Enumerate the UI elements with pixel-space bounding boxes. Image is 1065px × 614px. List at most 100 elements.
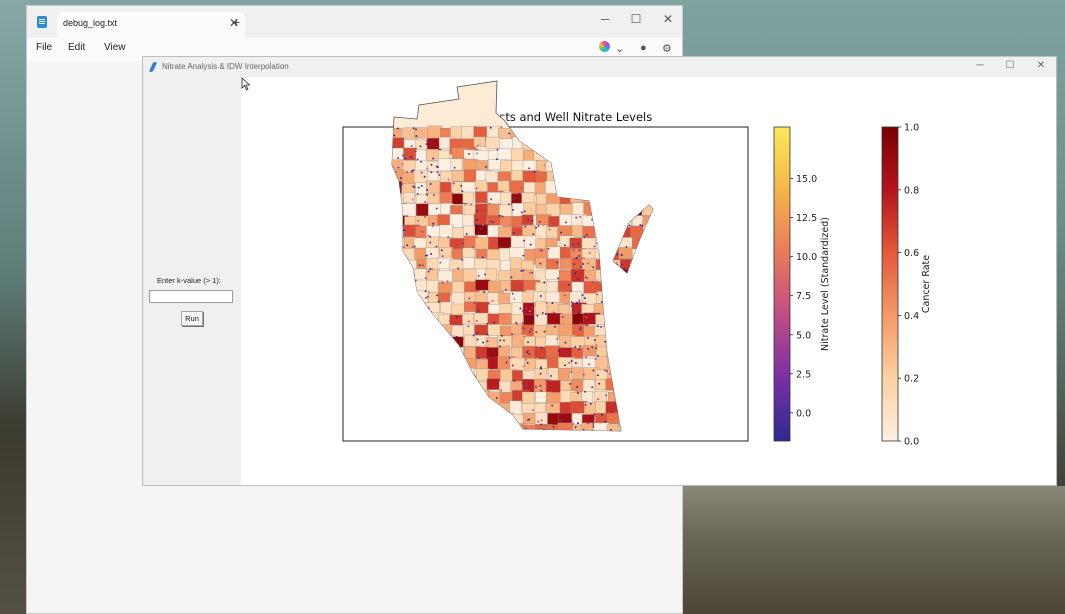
close-icon[interactable]: ✕: [1032, 60, 1050, 71]
well-point: [430, 171, 433, 174]
well-point: [461, 190, 464, 193]
well-point: [522, 365, 525, 367]
well-point: [585, 356, 588, 359]
cancer-colorbar-tick-label: 0.0: [904, 437, 919, 448]
well-point: [578, 254, 581, 257]
notepad-tab-title: debug_log.txt: [63, 18, 118, 28]
well-point: [563, 294, 566, 297]
profile-icon[interactable]: ●: [640, 42, 647, 54]
menu-file[interactable]: File: [36, 42, 52, 53]
well-point: [574, 426, 577, 429]
well-point: [526, 362, 529, 364]
well-point: [411, 246, 414, 249]
tract-polygon: [475, 301, 490, 315]
well-point: [475, 224, 478, 226]
menu-edit[interactable]: Edit: [68, 42, 85, 53]
well-point: [461, 258, 464, 261]
well-point: [596, 374, 599, 377]
well-point: [528, 418, 531, 421]
plus-icon[interactable]: +: [232, 14, 240, 30]
well-point: [552, 425, 555, 428]
well-point: [523, 336, 526, 338]
well-point: [508, 132, 511, 135]
well-point: [406, 234, 409, 237]
well-point: [579, 345, 582, 348]
well-point: [400, 182, 403, 185]
well-point: [471, 246, 474, 249]
minimize-icon[interactable]: ─: [971, 60, 989, 71]
maximize-icon[interactable]: ☐: [626, 12, 646, 26]
well-point: [641, 224, 644, 227]
chevron-down-icon[interactable]: ⌄: [615, 42, 624, 55]
well-point: [427, 234, 430, 237]
well-point: [528, 353, 531, 356]
tract-polygon: [487, 215, 502, 227]
tract-polygon: [474, 291, 487, 303]
well-point: [511, 208, 514, 211]
well-point: [587, 262, 589, 265]
well-point: [534, 385, 537, 388]
well-point: [498, 214, 501, 217]
well-point: [572, 249, 575, 252]
gear-icon[interactable]: ⚙: [662, 42, 672, 55]
well-point: [490, 198, 493, 201]
well-point: [420, 171, 423, 174]
well-point: [456, 316, 459, 319]
well-point: [601, 413, 603, 416]
well-point: [499, 339, 502, 342]
well-point: [414, 150, 417, 153]
well-point: [577, 422, 579, 425]
well-point: [520, 211, 523, 214]
cancer-colorbar-tick-label: 0.4: [904, 311, 919, 322]
tract-polygon: [498, 345, 510, 358]
menu-view[interactable]: View: [104, 42, 126, 53]
tract-polygon: [546, 392, 562, 405]
run-button[interactable]: Run: [181, 311, 203, 326]
well-point: [482, 341, 485, 344]
well-point: [578, 348, 581, 351]
well-point: [594, 358, 597, 361]
well-point: [522, 254, 525, 257]
well-point: [452, 182, 455, 185]
well-point: [418, 264, 421, 267]
well-point: [615, 261, 618, 264]
well-point: [433, 194, 436, 197]
notepad-tab[interactable]: debug_log.txt ✕: [57, 12, 245, 38]
maximize-icon[interactable]: ☐: [1001, 60, 1019, 71]
well-point: [580, 266, 583, 268]
well-point: [501, 215, 504, 218]
tract-polygon: [545, 402, 562, 414]
well-point: [545, 379, 548, 382]
well-point: [577, 392, 579, 395]
tract-polygon: [523, 202, 536, 217]
well-point: [543, 164, 546, 167]
tract-polygon: [523, 336, 536, 348]
well-point: [531, 271, 534, 274]
tract-polygon: [560, 246, 572, 260]
k-value-input[interactable]: [149, 290, 233, 303]
close-icon[interactable]: ✕: [658, 12, 678, 26]
well-point: [541, 311, 544, 314]
well-point: [530, 307, 533, 310]
copilot-icon[interactable]: [599, 41, 610, 52]
well-point: [587, 348, 590, 350]
well-point: [604, 340, 607, 343]
tract-polygon: [535, 257, 548, 269]
tract-polygon: [486, 378, 501, 390]
well-point: [415, 128, 417, 131]
well-point: [432, 222, 435, 225]
well-point: [574, 272, 577, 275]
well-point: [525, 383, 528, 386]
well-point: [404, 157, 407, 160]
well-point: [522, 269, 525, 272]
well-point: [431, 268, 434, 271]
well-point: [426, 189, 429, 191]
well-point: [577, 278, 580, 281]
minimize-icon[interactable]: ─: [595, 12, 615, 26]
well-point: [426, 193, 428, 196]
well-point: [473, 301, 476, 304]
tract-polygon: [497, 180, 510, 192]
well-point: [543, 330, 546, 333]
tract-polygon: [475, 279, 490, 291]
tract-polygon: [487, 204, 501, 217]
